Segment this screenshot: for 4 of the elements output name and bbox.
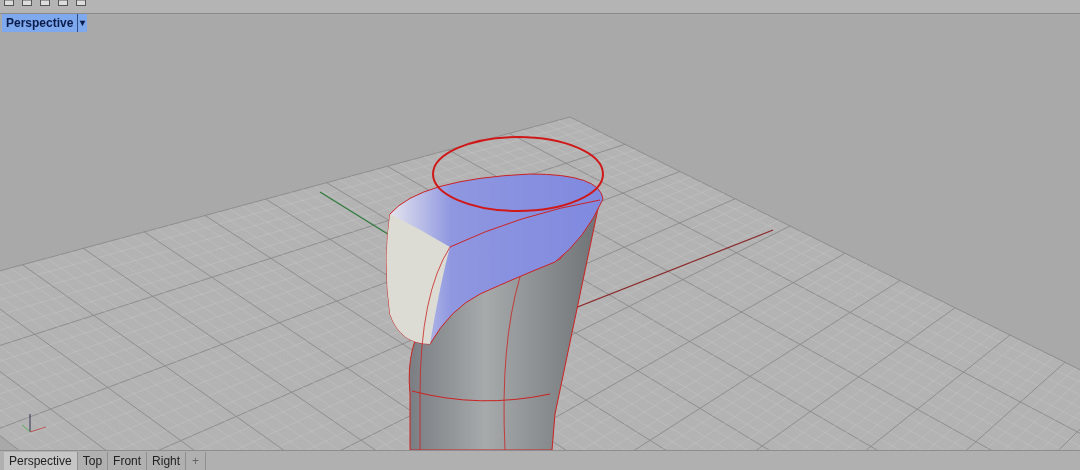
viewport-title[interactable]: Perspective — [2, 14, 78, 32]
viewport-menu-caret[interactable]: ▾ — [77, 14, 88, 32]
axis-gizmo-icon — [21, 413, 47, 433]
view-tab[interactable]: Perspective — [4, 452, 78, 470]
